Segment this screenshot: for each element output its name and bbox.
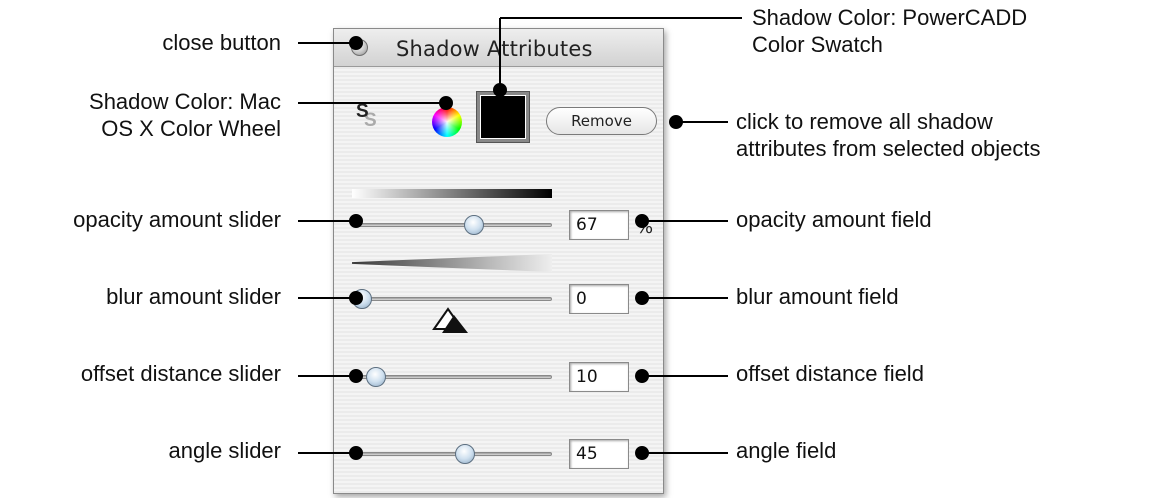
leader-lines [298,17,742,460]
